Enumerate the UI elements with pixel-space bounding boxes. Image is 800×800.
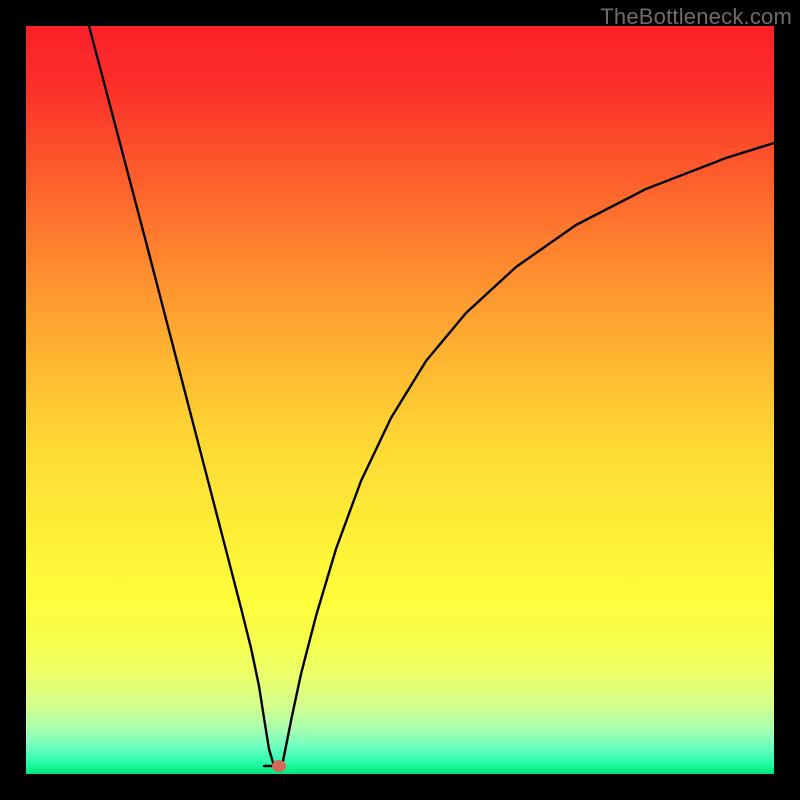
chart-background: [26, 26, 774, 774]
chart-frame: TheBottleneck.com: [0, 0, 800, 800]
watermark-text: TheBottleneck.com: [600, 4, 792, 30]
plot-area: [26, 26, 774, 774]
chart-canvas: [26, 26, 774, 774]
chart-marker: [272, 760, 286, 772]
